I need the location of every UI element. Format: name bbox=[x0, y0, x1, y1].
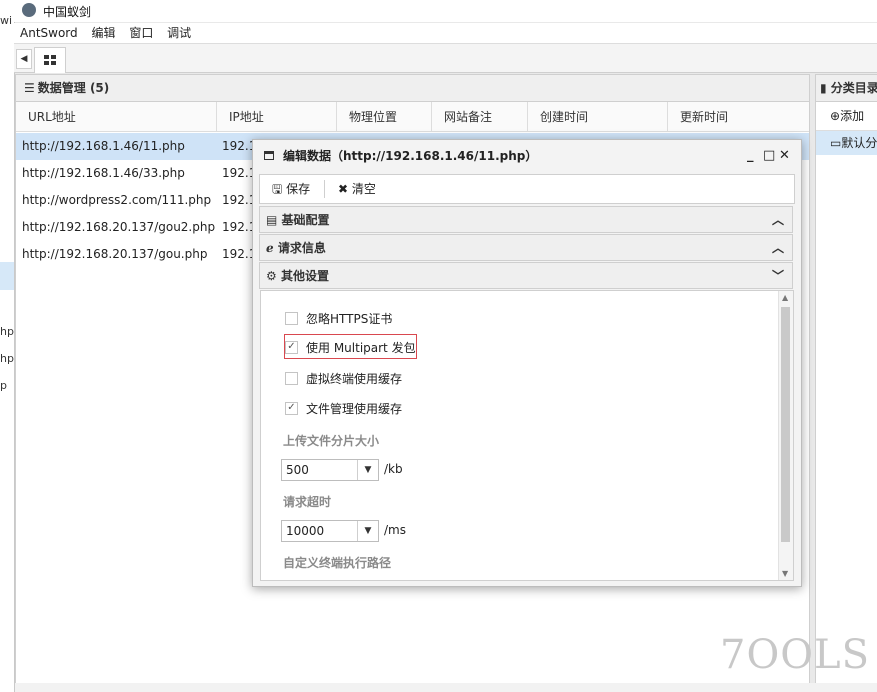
option-label: 虚拟终端使用缓存 bbox=[306, 372, 403, 386]
column-header-updated[interactable]: 更新时间 bbox=[668, 102, 809, 132]
category-default-label: 默认分类 bbox=[841, 136, 877, 150]
checkbox-checked[interactable]: ✓ bbox=[285, 341, 298, 354]
menu-debug[interactable]: 调试 bbox=[167, 23, 191, 43]
upload-chunk-unit: /kb bbox=[384, 462, 403, 476]
add-category-button[interactable]: ⊕添加 bbox=[816, 102, 877, 131]
option-label: 忽略HTTPS证书 bbox=[306, 312, 393, 326]
window-icon bbox=[264, 151, 274, 160]
file-icon: ▤ bbox=[266, 213, 278, 227]
minimize-icon[interactable]: _ bbox=[747, 140, 754, 172]
scroll-up-icon[interactable]: ▲ bbox=[782, 293, 788, 302]
category-panel-header: ▮ 分类目录 bbox=[816, 75, 877, 102]
upload-chunk-value: 500 bbox=[286, 463, 309, 477]
option-label: 使用 Multipart 发包 bbox=[306, 341, 416, 355]
option-ignore-https[interactable]: 忽略HTTPS证书 bbox=[285, 310, 392, 328]
column-header-url[interactable]: URL地址 bbox=[16, 102, 217, 132]
maximize-icon[interactable]: □ bbox=[763, 140, 775, 172]
strip-text: hp bbox=[0, 325, 14, 338]
strip-highlight bbox=[0, 262, 14, 290]
x-icon: ✖ bbox=[338, 182, 349, 196]
plus-circle-icon: ⊕ bbox=[830, 109, 841, 123]
chevron-up-icon: ︿ bbox=[771, 213, 784, 227]
tab-bar: ◀ bbox=[14, 44, 877, 73]
section-request-info[interactable]: ℯ 请求信息 ︿ bbox=[259, 234, 793, 261]
option-filemanager-cache[interactable]: ✓ 文件管理使用缓存 bbox=[285, 400, 402, 418]
category-panel: ▮ 分类目录 ⊕添加 ▭默认分类 bbox=[815, 74, 877, 684]
category-item-default[interactable]: ▭默认分类 bbox=[816, 131, 877, 155]
clear-button[interactable]: ✖ 清空 bbox=[338, 175, 376, 203]
grid-icon bbox=[44, 55, 56, 65]
window-title: 中国蚁剑 bbox=[43, 5, 92, 19]
category-panel-title: 分类目录 bbox=[830, 81, 877, 95]
column-header-note[interactable]: 网站备注 bbox=[432, 102, 528, 132]
clear-label: 清空 bbox=[351, 182, 376, 196]
column-header-ip[interactable]: IP地址 bbox=[217, 102, 337, 132]
tab-scroll-left-icon[interactable]: ◀ bbox=[16, 49, 32, 69]
column-header-location[interactable]: 物理位置 bbox=[337, 102, 432, 132]
tools-watermark-logo: 7OOLS bbox=[720, 632, 870, 678]
chevron-down-icon[interactable]: ▼ bbox=[357, 521, 378, 541]
cell-url: http://wordpress2.com/111.php bbox=[22, 193, 212, 207]
strip-text: p bbox=[0, 379, 7, 392]
column-header-created[interactable]: 创建时间 bbox=[528, 102, 668, 132]
close-icon[interactable]: ✕ bbox=[779, 140, 790, 172]
upload-chunk-select[interactable]: 500 ▼ bbox=[281, 459, 379, 481]
cell-url: http://192.168.1.46/11.php bbox=[22, 139, 185, 153]
section-basic-config[interactable]: ▤ 基础配置 ︿ bbox=[259, 206, 793, 233]
data-panel-header: ☰ 数据管理 (5) bbox=[16, 75, 809, 102]
gears-icon: ⚙ bbox=[266, 269, 277, 283]
window-titlebar: 中国蚁剑 bbox=[14, 0, 877, 22]
option-terminal-cache[interactable]: 虚拟终端使用缓存 bbox=[285, 370, 402, 388]
dialog-title: 编辑数据（http://192.168.1.46/11.php） bbox=[283, 149, 538, 163]
menu-window[interactable]: 窗口 bbox=[129, 23, 153, 43]
dialog-titlebar: 编辑数据（http://192.168.1.46/11.php） _ □ ✕ bbox=[253, 140, 801, 172]
data-panel-title: 数据管理 (5) bbox=[37, 81, 110, 95]
section-label: 基础配置 bbox=[281, 213, 330, 227]
floppy-icon: 🖫 bbox=[272, 182, 283, 196]
save-label: 保存 bbox=[286, 182, 311, 196]
cell-url: http://192.168.20.137/gou.php bbox=[22, 247, 208, 261]
scroll-down-icon[interactable]: ▼ bbox=[782, 569, 788, 578]
option-label: 文件管理使用缓存 bbox=[306, 402, 403, 416]
list-icon: ☰ bbox=[24, 81, 35, 95]
timeout-unit: /ms bbox=[384, 523, 406, 537]
checkbox-unchecked[interactable] bbox=[285, 372, 298, 385]
strip-text: wi bbox=[0, 14, 13, 27]
upload-chunk-label: 上传文件分片大小 bbox=[283, 434, 380, 448]
cell-url: http://192.168.1.46/33.php bbox=[22, 166, 185, 180]
strip-text: hp bbox=[0, 352, 14, 365]
chevron-up-icon: ︿ bbox=[771, 241, 784, 255]
dialog-toolbar: 🖫 保存 ✖ 清空 bbox=[259, 174, 795, 204]
add-category-label: 添加 bbox=[840, 109, 865, 123]
chevron-down-icon: ﹀ bbox=[771, 269, 784, 283]
tab-home[interactable] bbox=[34, 47, 66, 73]
bottom-panel-edge bbox=[15, 683, 877, 692]
save-button[interactable]: 🖫 保存 bbox=[272, 175, 310, 203]
section-label: 请求信息 bbox=[277, 241, 326, 255]
option-multipart[interactable]: ✓ 使用 Multipart 发包 bbox=[285, 339, 416, 357]
menu-antsword[interactable]: AntSword bbox=[20, 23, 78, 43]
chevron-down-icon[interactable]: ▼ bbox=[357, 460, 378, 480]
timeout-value: 10000 bbox=[286, 524, 325, 538]
background-window-strip: wi hp hp p bbox=[0, 0, 15, 692]
menu-edit[interactable]: 编辑 bbox=[91, 23, 115, 43]
custom-path-label: 自定义终端执行路径 bbox=[283, 556, 392, 570]
folder-icon: ▮ bbox=[820, 81, 827, 95]
section-other-settings[interactable]: ⚙ 其他设置 ﹀ bbox=[259, 262, 793, 289]
menubar: AntSword 编辑 窗口 调试 bbox=[14, 23, 877, 44]
folder-outline-icon: ▭ bbox=[830, 136, 842, 150]
toolbar-divider bbox=[324, 180, 325, 198]
scrollbar[interactable]: ▲ ▼ bbox=[778, 291, 793, 580]
cell-url: http://192.168.20.137/gou2.php bbox=[22, 220, 216, 234]
ie-icon: ℯ bbox=[266, 241, 274, 255]
scrollbar-thumb[interactable] bbox=[781, 307, 790, 542]
section-label: 其他设置 bbox=[280, 269, 329, 283]
other-settings-content: 忽略HTTPS证书 ✓ 使用 Multipart 发包 虚拟终端使用缓存 ✓ 文件管… bbox=[260, 290, 794, 581]
checkbox-unchecked[interactable] bbox=[285, 312, 298, 325]
checkbox-checked[interactable]: ✓ bbox=[285, 402, 298, 415]
timeout-select[interactable]: 10000 ▼ bbox=[281, 520, 379, 542]
app-logo-icon bbox=[22, 3, 36, 17]
timeout-label: 请求超时 bbox=[283, 495, 332, 509]
